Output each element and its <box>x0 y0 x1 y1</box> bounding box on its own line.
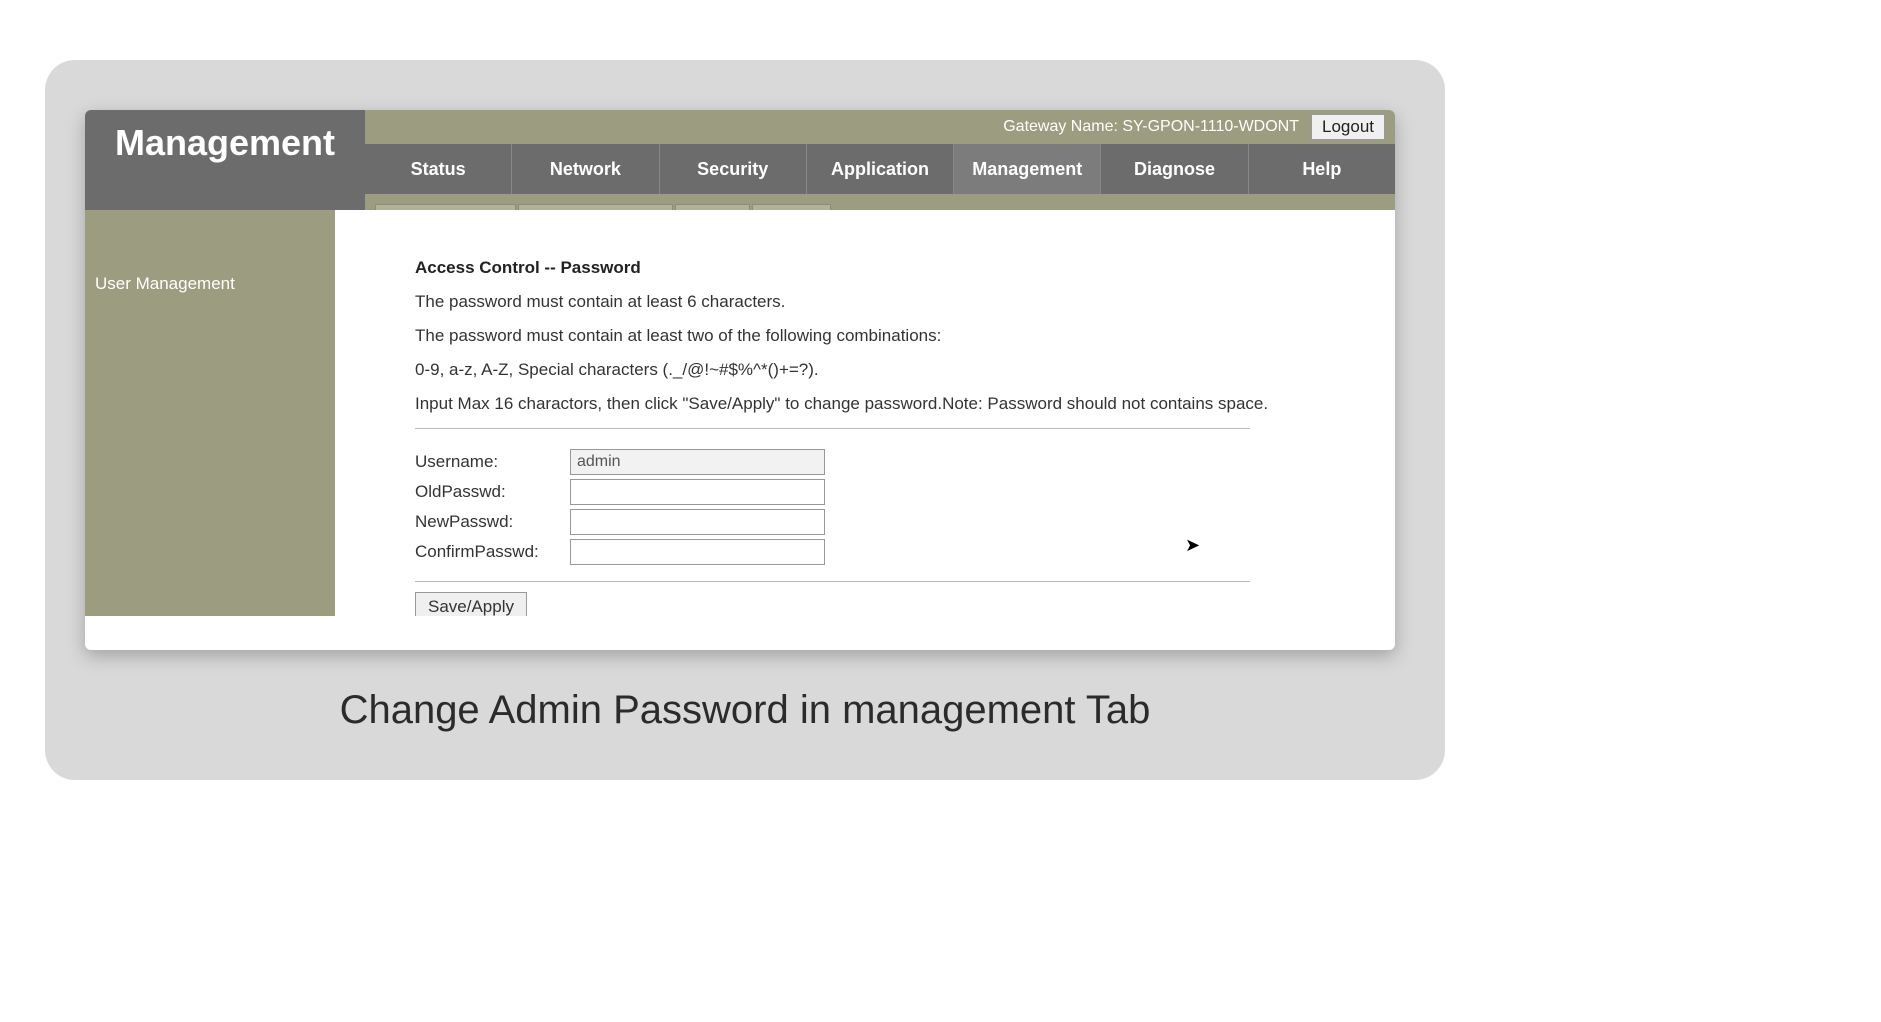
router-admin-window: Management Gateway Name: SY-GPON-1110-WD… <box>85 110 1395 650</box>
content-area: Access Control -- Password The password … <box>335 210 1395 616</box>
sidebar-item-label: User Management <box>95 274 235 293</box>
password-form: Username: OldPasswd: NewPasswd: ConfirmP… <box>415 447 831 567</box>
save-apply-button[interactable]: Save/Apply <box>415 592 527 616</box>
outer-card: Management Gateway Name: SY-GPON-1110-WD… <box>45 60 1445 780</box>
old-password-input[interactable] <box>570 479 825 505</box>
tab-diagnose[interactable]: Diagnose <box>1101 144 1248 194</box>
password-rule-1: The password must contain at least 6 cha… <box>415 292 1355 312</box>
body-row: User Management Access Control -- Passwo… <box>85 210 1395 616</box>
tab-management-label: Management <box>972 159 1082 180</box>
password-rule-4: Input Max 16 charactors, then click "Sav… <box>415 394 1355 414</box>
divider-top <box>415 428 1250 429</box>
tab-network-label: Network <box>550 159 621 180</box>
sidebar-item-user-management[interactable]: User Management <box>95 274 325 294</box>
brand-title: Management <box>85 110 365 210</box>
newpass-label: NewPasswd: <box>415 507 570 537</box>
new-password-input[interactable] <box>570 509 825 535</box>
username-input[interactable] <box>570 449 825 475</box>
brand-title-text: Management <box>115 122 335 164</box>
confirm-password-input[interactable] <box>570 539 825 565</box>
content-title: Access Control -- Password <box>415 258 1355 278</box>
sidebar: User Management <box>85 210 335 616</box>
logout-button[interactable]: Logout <box>1311 114 1385 140</box>
username-label: Username: <box>415 447 570 477</box>
tab-management[interactable]: Management <box>954 144 1101 194</box>
tab-diagnose-label: Diagnose <box>1134 159 1215 180</box>
tab-application-label: Application <box>831 159 929 180</box>
tab-status[interactable]: Status <box>365 144 512 194</box>
gateway-name-label: Gateway Name: SY-GPON-1110-WDONT <box>1003 118 1299 136</box>
oldpass-label: OldPasswd: <box>415 477 570 507</box>
tab-help-label: Help <box>1302 159 1341 180</box>
tab-application[interactable]: Application <box>807 144 954 194</box>
figure-caption: Change Admin Password in management Tab <box>85 688 1405 733</box>
tab-status-label: Status <box>411 159 466 180</box>
password-rule-3: 0-9, a-z, A-Z, Special characters (._/@!… <box>415 360 1355 380</box>
cursor-icon: ➤ <box>1185 535 1200 556</box>
divider-bottom <box>415 581 1250 582</box>
tab-network[interactable]: Network <box>512 144 659 194</box>
tab-help[interactable]: Help <box>1249 144 1395 194</box>
confirmpass-label: ConfirmPasswd: <box>415 537 570 567</box>
tab-security[interactable]: Security <box>660 144 807 194</box>
main-tab-bar: Status Network Security Application Mana… <box>365 144 1395 196</box>
top-strip: Gateway Name: SY-GPON-1110-WDONT Logout <box>365 110 1395 144</box>
tab-security-label: Security <box>697 159 768 180</box>
password-rule-2: The password must contain at least two o… <box>415 326 1355 346</box>
